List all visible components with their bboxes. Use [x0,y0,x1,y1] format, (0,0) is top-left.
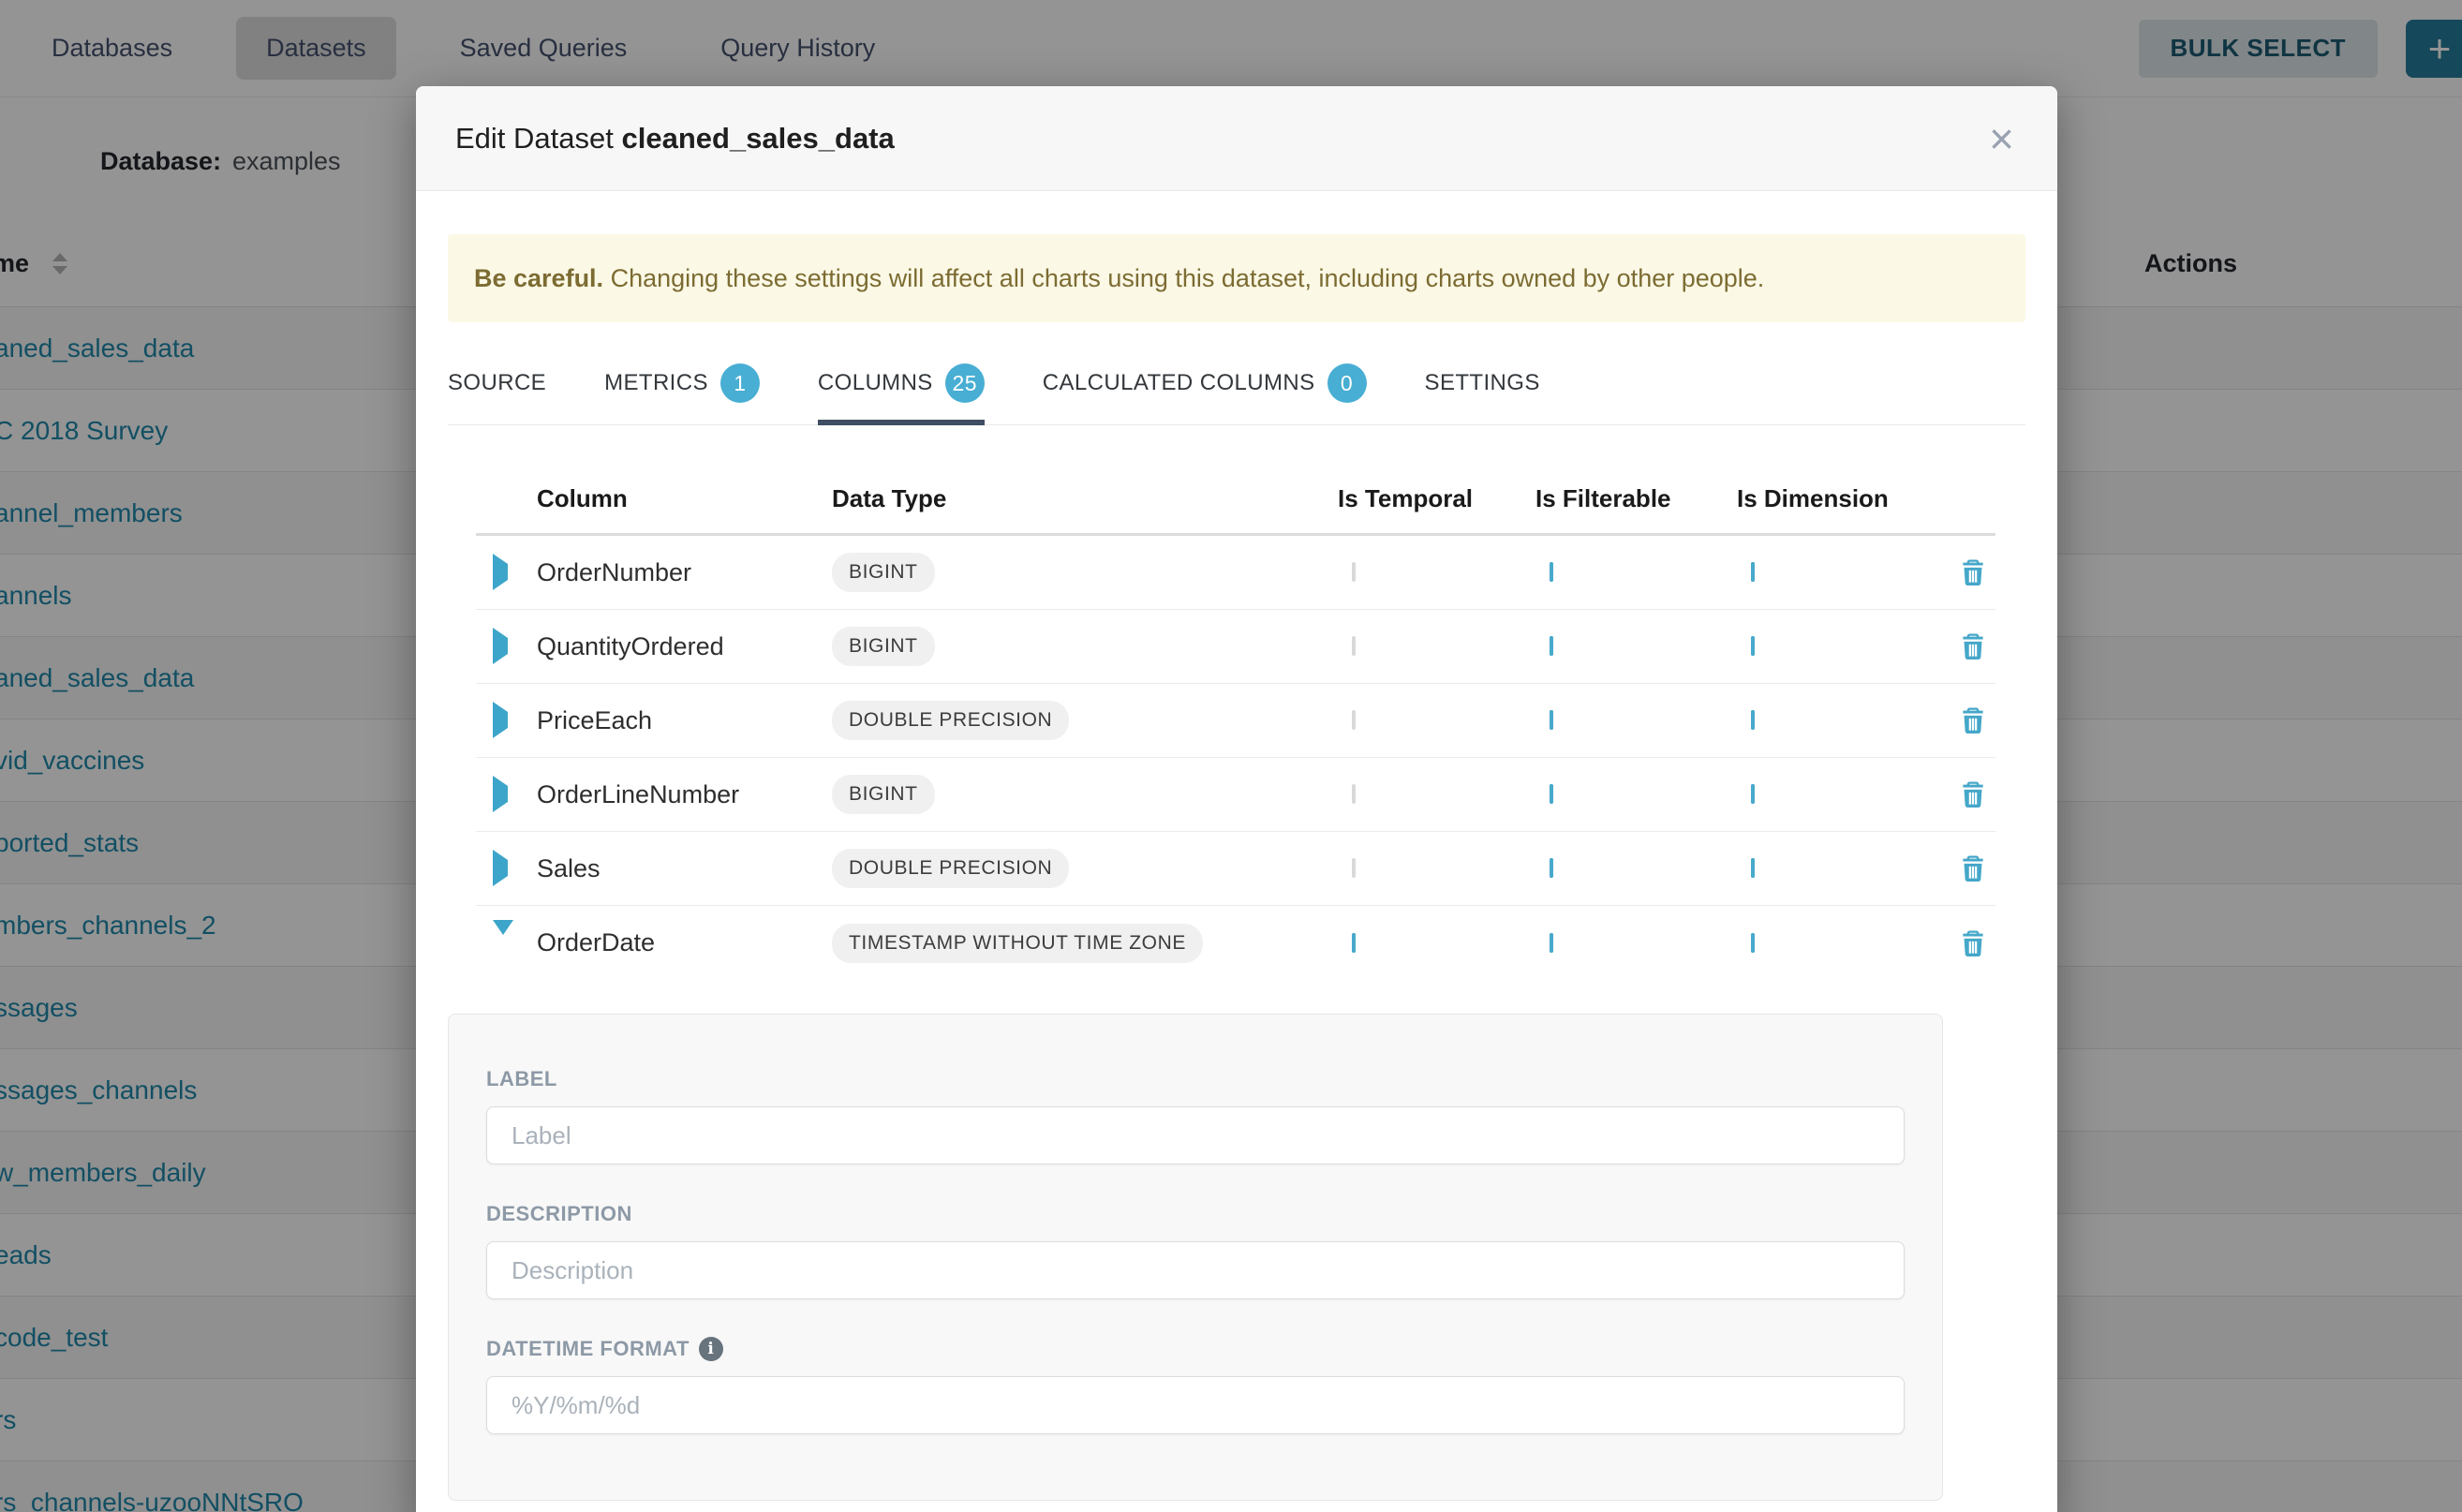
tab-metrics[interactable]: METRICS 1 [604,363,760,425]
label-field-group: LABEL [486,1067,1905,1164]
modal-title-dataset-name: cleaned_sales_data [622,122,895,155]
close-icon[interactable]: × [1985,117,2018,160]
data-type-pill: BIGINT [832,627,935,666]
is-dimension-checkbox[interactable] [1751,858,1755,878]
modal-tabs: SOURCE METRICS 1 COLUMNS 25 CALCULATED C… [448,363,2025,425]
is-temporal-checkbox[interactable] [1352,710,1356,730]
is-dimension-checkbox[interactable] [1751,562,1755,582]
is-dimension-checkbox[interactable] [1751,710,1755,730]
datetime-format-field-group: DATETIME FORMAT i [486,1337,1905,1434]
column-name: QuantityOrdered [537,632,832,661]
expand-caret-icon[interactable] [493,702,508,738]
description-field-label: DESCRIPTION [486,1202,1905,1226]
expand-caret-icon[interactable] [493,628,508,664]
description-input[interactable] [486,1241,1905,1299]
info-icon[interactable]: i [699,1337,723,1361]
is-filterable-checkbox[interactable] [1550,636,1553,656]
table-row: Sales DOUBLE PRECISION [476,832,1995,906]
tab-columns[interactable]: COLUMNS 25 [818,363,985,425]
column-editor-panel: LABEL DESCRIPTION DATETIME FORMAT i [448,1014,1943,1501]
column-name: OrderLineNumber [537,780,832,809]
datetime-format-field-label: DATETIME FORMAT i [486,1337,1905,1361]
is-temporal-checkbox[interactable] [1352,784,1356,804]
is-temporal-checkbox[interactable] [1352,562,1356,582]
column-header: Column [537,484,832,513]
is-temporal-checkbox[interactable] [1352,933,1356,953]
warning-banner-text: Changing these settings will affect all … [603,264,1764,292]
delete-icon[interactable] [1957,927,1989,959]
table-row: QuantityOrdered BIGINT [476,610,1995,684]
is-dimension-checkbox[interactable] [1751,933,1755,953]
is-filterable-checkbox[interactable] [1550,858,1553,878]
modal-title: Edit Dataset cleaned_sales_data [455,122,895,156]
is-dimension-header: Is Dimension [1737,484,1955,513]
is-filterable-checkbox[interactable] [1550,562,1553,582]
is-temporal-checkbox[interactable] [1352,636,1356,656]
modal-header: Edit Dataset cleaned_sales_data × [416,86,2057,191]
data-type-pill: BIGINT [832,775,935,814]
data-type-pill: DOUBLE PRECISION [832,701,1069,740]
delete-icon[interactable] [1957,556,1989,588]
collapse-caret-icon[interactable] [493,920,513,951]
tab-calculated-columns[interactable]: CALCULATED COLUMNS 0 [1043,363,1367,425]
delete-icon[interactable] [1957,778,1989,810]
table-row-expanded: OrderDate TIMESTAMP WITHOUT TIME ZONE [476,906,1995,980]
calculated-columns-count-badge: 0 [1327,363,1367,403]
expand-caret-icon[interactable] [493,776,508,812]
is-filterable-checkbox[interactable] [1550,933,1553,953]
column-name: PriceEach [537,706,832,735]
table-row: OrderLineNumber BIGINT [476,758,1995,832]
label-input[interactable] [486,1106,1905,1164]
data-type-pill: BIGINT [832,553,935,592]
columns-count-badge: 25 [945,363,985,403]
warning-banner-bold: Be careful. [474,264,603,292]
is-filterable-checkbox[interactable] [1550,784,1553,804]
expand-caret-icon[interactable] [493,850,508,886]
column-name: OrderDate [537,928,832,957]
delete-icon[interactable] [1957,630,1989,662]
table-row: OrderNumber BIGINT [476,536,1995,610]
label-field-label: LABEL [486,1067,1905,1091]
is-filterable-header: Is Filterable [1535,484,1737,513]
column-name: OrderNumber [537,558,832,587]
is-dimension-checkbox[interactable] [1751,636,1755,656]
data-type-header: Data Type [832,484,1338,513]
metrics-count-badge: 1 [720,363,760,403]
is-filterable-checkbox[interactable] [1550,710,1553,730]
expand-caret-icon[interactable] [493,554,508,590]
modal-title-prefix: Edit Dataset [455,122,614,155]
delete-icon[interactable] [1957,852,1989,884]
warning-banner: Be careful. Changing these settings will… [448,234,2025,322]
datetime-format-input[interactable] [486,1376,1905,1434]
delete-icon[interactable] [1957,704,1989,736]
table-row: PriceEach DOUBLE PRECISION [476,684,1995,758]
tab-settings[interactable]: SETTINGS [1425,363,1540,425]
description-field-group: DESCRIPTION [486,1202,1905,1299]
edit-dataset-modal: Edit Dataset cleaned_sales_data × Be car… [416,86,2057,1512]
data-type-pill: TIMESTAMP WITHOUT TIME ZONE [832,924,1203,963]
is-temporal-checkbox[interactable] [1352,858,1356,878]
modal-body: Be careful. Changing these settings will… [416,191,2057,1501]
columns-table-header: Column Data Type Is Temporal Is Filterab… [476,465,1995,536]
columns-table: Column Data Type Is Temporal Is Filterab… [476,465,1995,980]
data-type-pill: DOUBLE PRECISION [832,849,1069,888]
column-name: Sales [537,854,832,883]
is-dimension-checkbox[interactable] [1751,784,1755,804]
is-temporal-header: Is Temporal [1338,484,1535,513]
tab-source[interactable]: SOURCE [448,363,546,425]
